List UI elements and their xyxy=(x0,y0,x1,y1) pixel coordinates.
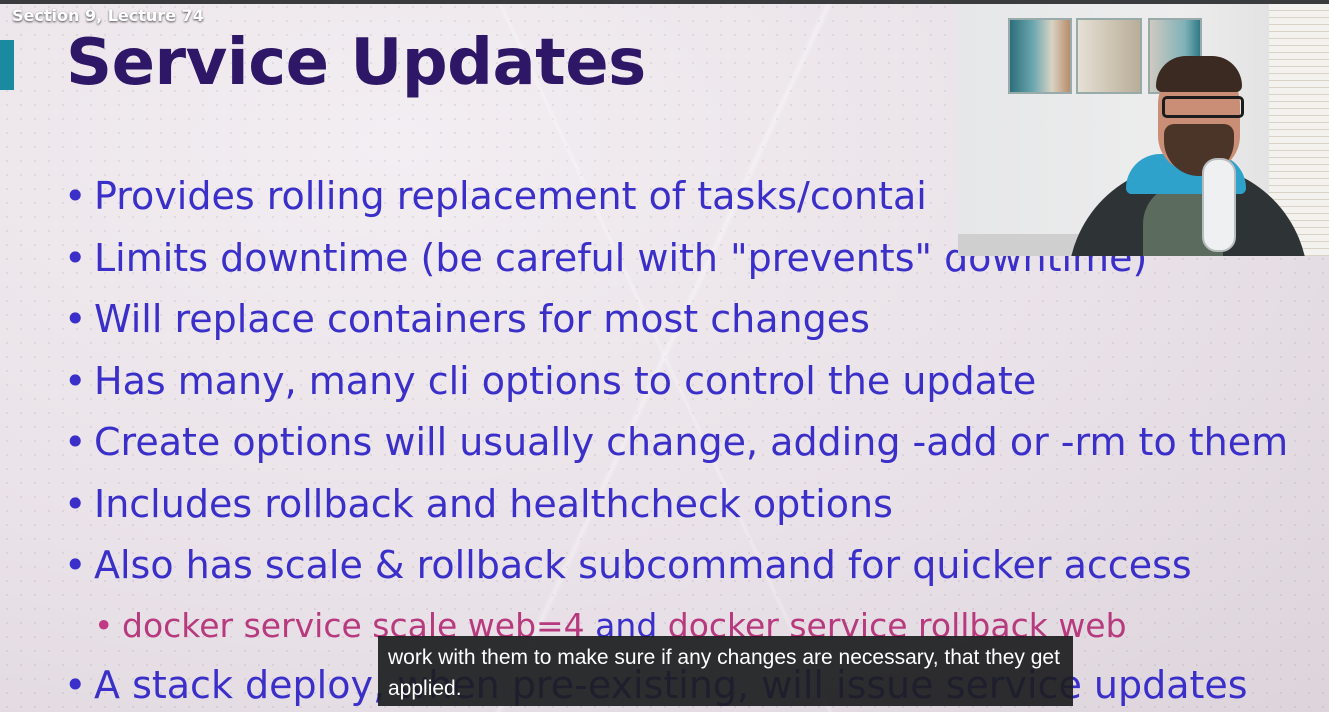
slide-accent-bar xyxy=(0,40,14,90)
bullet-item: • Create options will usually change, add… xyxy=(64,412,1329,474)
wall-art-image xyxy=(1008,18,1072,94)
bullet-dot-icon: • xyxy=(64,420,87,464)
section-lecture-label: Section 9, Lecture 74 xyxy=(12,6,204,25)
bullet-dot-icon: • xyxy=(64,174,87,218)
video-caption: work with them to make sure if any chang… xyxy=(378,636,1073,706)
bullet-item: • Also has scale & rollback subcommand fo… xyxy=(64,535,1329,597)
bullet-dot-icon: • xyxy=(64,543,87,587)
bullet-dot-icon: • xyxy=(64,481,87,526)
slide-title: Service Updates xyxy=(66,26,646,100)
bullet-dot-icon: • xyxy=(64,297,87,341)
sub-bullet-dot-icon: • xyxy=(94,605,114,645)
bullet-dot-icon: • xyxy=(64,662,87,707)
bullet-dot-icon: • xyxy=(64,358,87,403)
instructor-webcam-overlay xyxy=(958,4,1329,256)
wall-art-image xyxy=(1076,18,1142,94)
bullet-dot-icon: • xyxy=(64,235,87,280)
bullet-item: • Will replace containers for most change… xyxy=(64,289,1329,351)
bullet-item: • Has many, many cli options to control t… xyxy=(64,351,1329,413)
bullet-item: • Includes rollback and healthcheck optio… xyxy=(64,474,1329,536)
microphone-icon xyxy=(1202,158,1236,252)
